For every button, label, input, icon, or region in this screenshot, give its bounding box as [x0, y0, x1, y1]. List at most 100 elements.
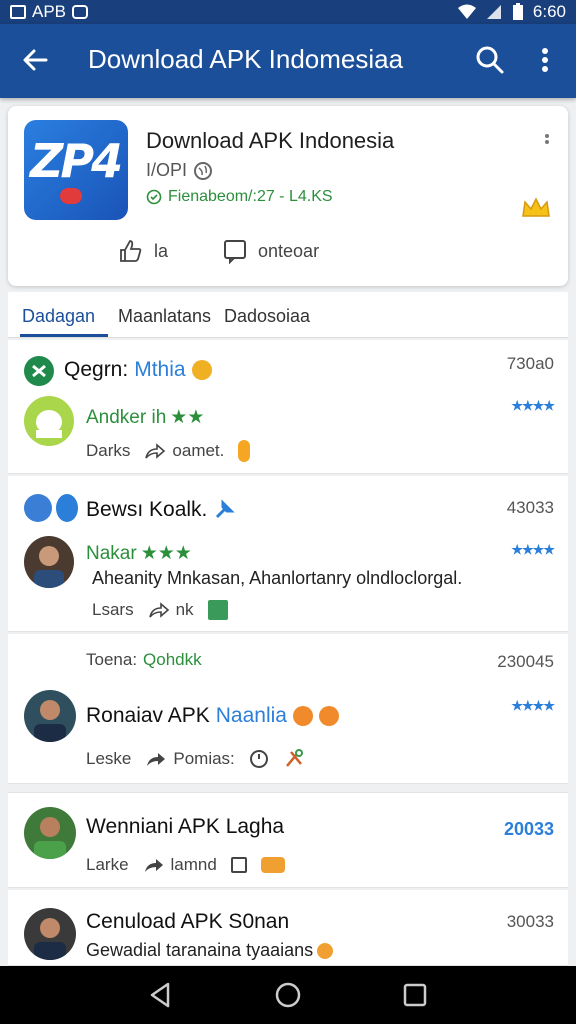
grin-emoji-icon	[318, 706, 339, 726]
item-title-accent: Naanlia	[215, 704, 287, 727]
page-title: Download APK Indomesiaa	[88, 44, 404, 74]
item-subtitle-text: Andker ih	[86, 406, 167, 428]
share-label: Pomias:	[173, 749, 235, 768]
share-button[interactable]: Pomias:	[145, 749, 235, 769]
item-title-text: Ronaiav APK	[86, 704, 210, 727]
android-avatar[interactable]	[24, 396, 74, 446]
app-logo[interactable]: ZP4	[24, 120, 128, 220]
feed-item[interactable]: Toena: Qohdkk 230045 Ronaiav APK Naanlia…	[8, 634, 568, 784]
wifi-icon	[457, 4, 476, 19]
app-actions: la onteoar	[118, 238, 319, 264]
item-description-text: Gewadial taranaina tyaaians	[86, 940, 314, 960]
user-avatar[interactable]	[24, 536, 74, 588]
tab-indicator	[20, 334, 108, 337]
app-version-text: Fienabeom/:27 - L4.KS	[168, 188, 333, 205]
item-count: 230045	[497, 652, 554, 671]
app-name: Download APK Indonesia	[146, 128, 395, 153]
tab-dadagan[interactable]: Dadagan	[22, 306, 95, 327]
item-subtitle: Nakar ★★★	[86, 542, 192, 565]
logo-badge	[60, 188, 82, 204]
book-icon	[207, 600, 228, 620]
item-title: Wenniani APK Lagha	[86, 815, 285, 838]
thumbs-up-icon	[120, 240, 142, 262]
tab-bar: Dadagan Maanlatans Dadosoiaa	[8, 292, 568, 338]
item-subtitle-stars: ★★★	[140, 543, 192, 564]
app-version: Fienabeom/:27 - L4.KS	[146, 188, 333, 206]
rating-stars: ★★★★	[511, 398, 555, 413]
app-logo-text: ZP4	[30, 134, 123, 188]
coin-emoji-icon	[238, 440, 251, 462]
user-avatar[interactable]	[24, 690, 76, 742]
comment-icon	[224, 240, 247, 264]
battery-icon	[512, 3, 523, 20]
check-circle-icon	[146, 189, 162, 205]
share-button[interactable]: lamnd	[143, 855, 217, 875]
signal-icon	[486, 5, 501, 19]
item-action-label[interactable]: Larke	[86, 855, 129, 875]
feed-item[interactable]: Qegrn: Mthia 730a0 Andker ih ★★ ★★★★ Dar…	[8, 340, 568, 474]
notification-icon	[72, 5, 89, 19]
item-count: 30033	[506, 912, 554, 931]
comment-label: onteoar	[258, 240, 320, 261]
feed-item[interactable]: Bewsı Koalk. 43033 Nakar ★★★ ★★★★ Aheani…	[8, 476, 568, 632]
share-label: nk	[175, 600, 194, 619]
back-arrow-icon[interactable]	[18, 42, 54, 78]
tab-maanlatans[interactable]: Maanlatans	[118, 306, 211, 327]
like-button[interactable]: la	[118, 238, 168, 264]
share-icon	[145, 443, 166, 459]
system-nav-bar	[0, 966, 576, 1024]
card-more-icon[interactable]	[542, 132, 552, 152]
app-meta: I/OPI	[146, 160, 213, 181]
item-description: Gewadial taranaina tyaaians	[86, 940, 334, 961]
nav-back-icon[interactable]	[146, 980, 176, 1010]
item-action-label[interactable]: Lsars	[92, 600, 134, 620]
globe-icon	[194, 161, 213, 180]
feed-item[interactable]: Wenniani APK Lagha 20033 Larke lamnd	[8, 792, 568, 888]
nav-recents-icon[interactable]	[400, 980, 430, 1010]
item-subtitle-text: Nakar	[86, 542, 137, 564]
user-avatar[interactable]	[24, 807, 76, 859]
more-vert-icon[interactable]	[530, 42, 560, 78]
item-subtitle-stars: ★★	[170, 407, 205, 428]
item-actions: Darks oamet.	[86, 440, 251, 462]
item-action-label[interactable]: Leske	[86, 749, 131, 769]
share-button[interactable]: nk	[148, 600, 194, 620]
item-title: Ronaiav APK Naanlia	[86, 704, 339, 728]
rating-stars: ★★★★	[511, 542, 555, 557]
nav-home-icon[interactable]	[273, 980, 303, 1010]
item-title-accent: Mthia	[134, 358, 186, 381]
tab-dadosoiaa[interactable]: Dadosoiaa	[224, 306, 310, 327]
pin-icon	[216, 499, 236, 519]
app-badge-icon	[24, 356, 54, 386]
item-actions: Lsars nk	[92, 600, 228, 620]
square-icon	[230, 857, 247, 873]
status-left-text: APB	[32, 2, 67, 21]
smile-emoji-icon	[292, 706, 313, 726]
item-subtitle: Andker ih ★★	[86, 406, 204, 429]
search-icon[interactable]	[472, 42, 508, 78]
item-actions: Leske Pomias:	[86, 748, 305, 770]
comment-button[interactable]: onteoar	[222, 238, 319, 264]
tool-icon	[285, 749, 303, 767]
gallery-icon	[10, 5, 26, 19]
crown-icon	[522, 197, 550, 217]
app-info-card: ZP4 Download APK Indonesia I/OPI Fienabe…	[8, 106, 568, 286]
bus-icon	[260, 857, 285, 873]
item-title-text: Bewsı Koalk.	[86, 498, 208, 521]
user-avatar[interactable]	[24, 908, 76, 960]
item-description: Aheanity Mnkasan, Ahanlortanry olndloclo…	[92, 568, 463, 588]
timer-icon	[249, 750, 268, 768]
feed-item[interactable]: Cenuload APK S0nan 30033 Gewadial tarana…	[8, 890, 568, 966]
app-badge-icon	[24, 494, 52, 522]
item-title: Qegrn: Mthia	[64, 358, 212, 382]
like-label: la	[154, 240, 169, 261]
item-action-label[interactable]: Darks	[86, 441, 130, 461]
item-count: 730a0	[506, 354, 554, 373]
share-icon	[144, 859, 163, 872]
item-header-label: Toena:	[86, 650, 138, 669]
share-button[interactable]: oamet.	[144, 441, 224, 461]
status-time: 6:60	[532, 2, 566, 21]
item-title-text: Qegrn:	[64, 358, 129, 381]
share-label: lamnd	[170, 855, 217, 874]
item-count: 43033	[506, 498, 554, 517]
